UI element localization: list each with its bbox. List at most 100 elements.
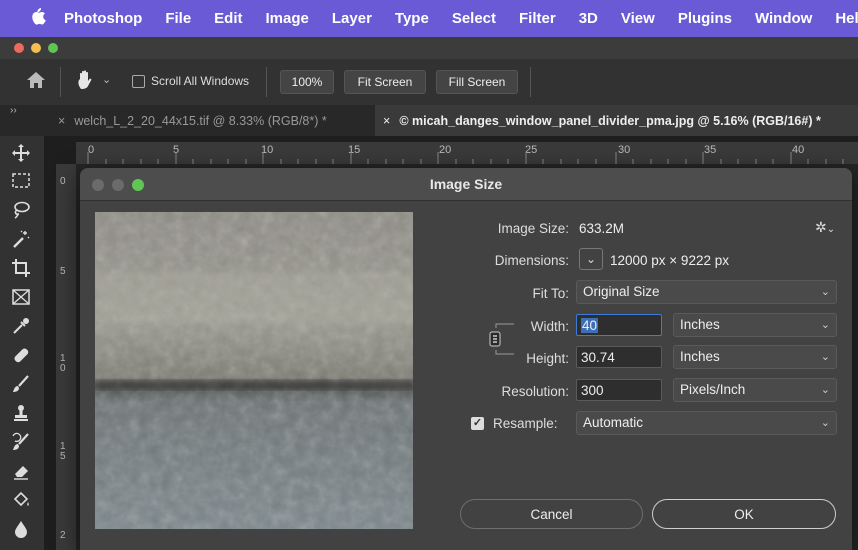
frame-tool-icon[interactable] [6, 284, 36, 310]
move-tool-icon[interactable] [6, 140, 36, 166]
zoom-100-button[interactable]: 100% [280, 70, 334, 94]
height-unit-value: Inches [680, 349, 720, 364]
apple-icon[interactable] [30, 7, 46, 30]
menu-layer[interactable]: Layer [332, 10, 372, 27]
fit-to-value: Original Size [583, 284, 660, 299]
chevron-down-icon: ⌄ [820, 319, 830, 331]
hand-tool-icon[interactable] [76, 69, 96, 96]
menu-type[interactable]: Type [395, 10, 429, 27]
menu-select[interactable]: Select [452, 10, 496, 27]
ruler-vertical: 0 5 1 0 1 5 2 [56, 164, 76, 550]
paint-bucket-tool-icon[interactable] [6, 487, 36, 513]
image-preview[interactable] [95, 212, 413, 529]
ruler-horizontal: 0 5 10 15 20 25 30 35 40 [76, 142, 858, 164]
chevron-down-icon: ⌄ [820, 417, 830, 429]
ok-button[interactable]: OK [652, 499, 836, 529]
menu-filter[interactable]: Filter [519, 10, 556, 27]
dialog-titlebar: Image Size [80, 168, 852, 201]
fit-to-label: Fit To: [532, 286, 569, 301]
resolution-input[interactable]: 300 [576, 379, 662, 401]
menu-edit[interactable]: Edit [214, 10, 242, 27]
close-icon[interactable]: × [58, 114, 65, 128]
dimensions-value: 12000 px × 9222 px [610, 253, 729, 268]
resample-checkbox[interactable]: ✓ [471, 417, 484, 430]
window-minimize-button[interactable] [31, 43, 41, 53]
options-bar: ⌄ Scroll All Windows 100% Fit Screen Fil… [0, 59, 858, 106]
lasso-tool-icon[interactable] [6, 197, 36, 223]
width-label: Width: [530, 319, 569, 334]
fill-screen-button[interactable]: Fill Screen [436, 70, 518, 94]
document-tab-bar: ›› × welch_L_2_20_44x15.tif @ 8.33% (RGB… [0, 105, 858, 136]
resample-method-value: Automatic [583, 415, 644, 430]
tab-label: © micah_danges_window_panel_divider_pma.… [399, 113, 821, 128]
fit-to-select[interactable]: Original Size ⌄ [576, 280, 837, 304]
window-close-button[interactable] [14, 43, 24, 53]
marquee-tool-icon[interactable] [6, 168, 36, 194]
history-brush-tool-icon[interactable] [6, 429, 36, 455]
chevron-down-icon: ⌄ [820, 351, 830, 363]
chevron-down-icon: ⌄ [820, 384, 830, 396]
fit-screen-button[interactable]: Fit Screen [344, 70, 426, 94]
tools-panel [0, 136, 44, 550]
separator [60, 67, 61, 97]
resample-label: Resample: [493, 416, 558, 431]
tab-label: welch_L_2_20_44x15.tif @ 8.33% (RGB/8*) … [74, 113, 327, 128]
width-unit-value: Inches [680, 317, 720, 332]
menu-plugins[interactable]: Plugins [678, 10, 732, 27]
window-zoom-button[interactable] [48, 43, 58, 53]
crop-tool-icon[interactable] [6, 255, 36, 281]
image-size-label: Image Size: [497, 221, 569, 236]
gear-icon[interactable]: ✲⌄ [815, 219, 835, 236]
eyedropper-tool-icon[interactable] [6, 313, 36, 339]
chevron-down-icon: ⌄ [820, 286, 830, 298]
healing-brush-tool-icon[interactable] [6, 342, 36, 368]
width-value: 40 [581, 318, 599, 333]
menu-window[interactable]: Window [755, 10, 812, 27]
home-icon[interactable] [26, 71, 46, 94]
resolution-unit-select[interactable]: Pixels/Inch ⌄ [673, 378, 837, 402]
separator [266, 67, 267, 97]
menu-image[interactable]: Image [266, 10, 309, 27]
cancel-button[interactable]: Cancel [460, 499, 643, 529]
menu-app-name[interactable]: Photoshop [64, 10, 142, 27]
ruler-tick-label: 1 5 [60, 441, 66, 462]
tab-welch-tif[interactable]: × welch_L_2_20_44x15.tif @ 8.33% (RGB/8*… [58, 105, 327, 136]
ruler-tick-label: 0 [60, 176, 66, 187]
menu-file[interactable]: File [165, 10, 191, 27]
width-unit-select[interactable]: Inches ⌄ [673, 313, 837, 337]
ruler-tick-label: 5 [60, 266, 66, 277]
height-label: Height: [526, 351, 569, 366]
menu-bar: Photoshop File Edit Image Layer Type Sel… [0, 0, 858, 37]
scroll-all-windows-checkbox[interactable] [132, 75, 145, 88]
ruler-tick-label: 1 0 [60, 353, 66, 374]
brush-tool-icon[interactable] [6, 371, 36, 397]
clone-stamp-tool-icon[interactable] [6, 400, 36, 426]
blur-tool-icon[interactable] [6, 516, 36, 542]
resolution-value: 300 [581, 383, 604, 398]
width-input[interactable]: 40 [576, 314, 662, 336]
image-size-dialog: Image Size Image Size: 633.2M ✲⌄ Dimensi… [80, 168, 852, 550]
eraser-tool-icon[interactable] [6, 458, 36, 484]
chevron-down-icon[interactable]: ⌄ [102, 73, 111, 86]
tab-micah-danges-jpg[interactable]: × © micah_danges_window_panel_divider_pm… [375, 105, 858, 136]
constrain-proportions-link[interactable] [486, 320, 526, 362]
dimensions-unit-toggle[interactable]: ⌄ [579, 248, 603, 270]
height-unit-select[interactable]: Inches ⌄ [673, 345, 837, 369]
menu-3d[interactable]: 3D [579, 10, 598, 27]
menu-view[interactable]: View [621, 10, 655, 27]
menu-help[interactable]: Hel [835, 10, 858, 27]
ruler-ticks [87, 152, 844, 164]
magic-wand-tool-icon[interactable] [6, 226, 36, 252]
resolution-unit-value: Pixels/Inch [680, 382, 746, 397]
dimensions-label: Dimensions: [494, 253, 569, 268]
ruler-tick-label: 2 [60, 530, 66, 541]
separator [530, 67, 531, 97]
window-titlebar [0, 37, 858, 59]
height-value: 30.74 [581, 350, 615, 365]
close-icon[interactable]: × [383, 114, 390, 128]
resolution-label: Resolution: [501, 384, 569, 399]
resample-method-select[interactable]: Automatic ⌄ [576, 411, 837, 435]
scroll-all-windows-label: Scroll All Windows [151, 74, 250, 88]
height-input[interactable]: 30.74 [576, 346, 662, 368]
panel-collapse-icon[interactable]: ›› [10, 105, 17, 116]
